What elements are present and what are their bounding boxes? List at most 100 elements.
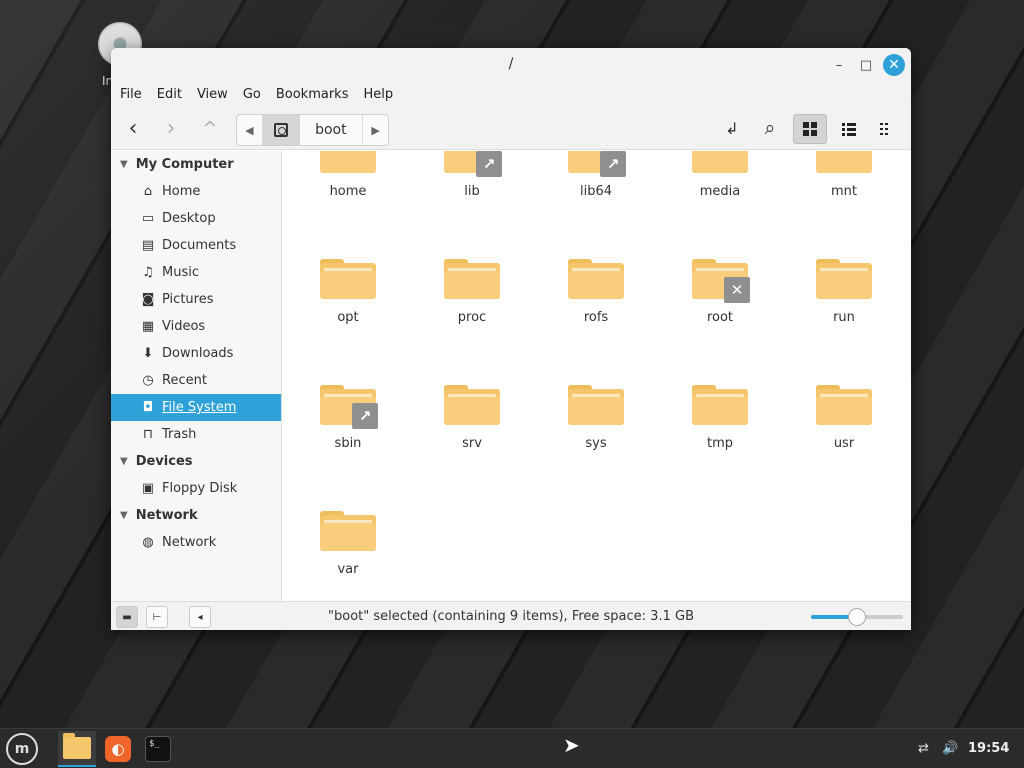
sidebar-section-my-computer[interactable]: ▼ My Computer bbox=[111, 151, 281, 178]
taskbar-terminal[interactable]: $_ bbox=[139, 731, 177, 767]
sidebar-item-desktop[interactable]: ▭ Desktop bbox=[111, 205, 281, 232]
file-name: root bbox=[706, 310, 734, 325]
file-item[interactable]: run bbox=[789, 259, 899, 325]
status-text: "boot" selected (containing 9 items), Fr… bbox=[328, 609, 694, 624]
file-item[interactable]: opt bbox=[293, 259, 403, 325]
mint-menu-button[interactable]: m bbox=[6, 733, 38, 765]
file-item[interactable]: ✕ root bbox=[665, 259, 775, 325]
menu-view[interactable]: View bbox=[197, 87, 228, 102]
zoom-slider-handle[interactable] bbox=[848, 608, 866, 626]
mouse-cursor-icon: ➤ bbox=[563, 733, 580, 757]
sidebar-item-downloads[interactable]: ⬇ Downloads bbox=[111, 340, 281, 367]
sidebar-item-music[interactable]: ♫ Music bbox=[111, 259, 281, 286]
sidebar-item-pictures[interactable]: ◙ Pictures bbox=[111, 286, 281, 313]
file-view[interactable]: home ↗ lib ↗ lib64 media mnt opt proc rofs ✕ root ru… bbox=[283, 151, 911, 601]
downloads-icon: ⬇ bbox=[142, 346, 154, 361]
menu-file[interactable]: File bbox=[120, 87, 142, 102]
filesystem-icon: ◘ bbox=[142, 400, 154, 415]
folder-icon bbox=[816, 385, 872, 425]
folder-icon bbox=[444, 259, 500, 299]
desktop-icon: ▭ bbox=[141, 211, 155, 226]
file-item[interactable]: usr bbox=[789, 385, 899, 451]
compact-view-button[interactable] bbox=[870, 114, 904, 144]
file-item[interactable]: rofs bbox=[541, 259, 651, 325]
file-item[interactable]: media bbox=[665, 151, 775, 199]
file-item[interactable]: tmp bbox=[665, 385, 775, 451]
file-item[interactable]: proc bbox=[417, 259, 527, 325]
toggle-location-button[interactable]: ↲ bbox=[717, 114, 747, 142]
taskbar-file-manager[interactable] bbox=[58, 731, 96, 767]
sidebar-item-documents[interactable]: ▤ Documents bbox=[111, 232, 281, 259]
forward-icon: › bbox=[166, 115, 176, 141]
menu-go[interactable]: Go bbox=[243, 87, 261, 102]
file-name: usr bbox=[833, 436, 855, 451]
sidebar-item-home[interactable]: ⌂ Home bbox=[111, 178, 281, 205]
search-button[interactable]: ⌕ bbox=[755, 114, 785, 142]
path-left-arrow[interactable]: ◀ bbox=[237, 115, 262, 145]
path-right-arrow[interactable]: ▶ bbox=[363, 115, 388, 145]
volume-icon[interactable]: 🔊 bbox=[942, 741, 958, 756]
back-button[interactable]: ‹ bbox=[118, 114, 148, 142]
menu-help[interactable]: Help bbox=[363, 87, 393, 102]
folder-icon: ↗ bbox=[320, 385, 378, 429]
sidebar-section-network[interactable]: ▼ Network bbox=[111, 502, 281, 529]
titlebar[interactable]: / – □ ✕ bbox=[111, 48, 911, 82]
folder-icon bbox=[320, 511, 376, 551]
back-icon: ‹ bbox=[128, 115, 138, 141]
close-button[interactable]: ✕ bbox=[883, 54, 905, 76]
file-name: sbin bbox=[334, 436, 362, 451]
file-item[interactable]: ↗ lib bbox=[417, 151, 527, 199]
sidebar-item-floppy-disk[interactable]: ▣ Floppy Disk bbox=[111, 475, 281, 502]
sidebar-item-file-system[interactable]: ◘ File System bbox=[111, 394, 281, 421]
up-button[interactable]: ^ bbox=[195, 114, 225, 142]
file-item[interactable]: ↗ sbin bbox=[293, 385, 403, 451]
folder-icon bbox=[444, 385, 500, 425]
file-name: run bbox=[833, 310, 855, 325]
file-name: opt bbox=[337, 310, 359, 325]
symlink-emblem-icon: ↗ bbox=[352, 403, 378, 429]
sidebar-item-network[interactable]: ◍ Network bbox=[111, 529, 281, 556]
recent-icon: ◷ bbox=[142, 373, 154, 388]
expand-triangle-icon: ▼ bbox=[120, 159, 128, 170]
compact-view-icon bbox=[880, 123, 888, 135]
maximize-button[interactable]: □ bbox=[855, 54, 877, 76]
file-item[interactable]: sys bbox=[541, 385, 651, 451]
folder-icon bbox=[568, 385, 624, 425]
forward-button[interactable]: › bbox=[156, 114, 186, 142]
folder-icon: ↗ bbox=[568, 151, 626, 177]
icon-view-button[interactable] bbox=[793, 114, 827, 144]
sidebar-item-recent[interactable]: ◷ Recent bbox=[111, 367, 281, 394]
file-name: mnt bbox=[831, 184, 857, 199]
file-item[interactable]: var bbox=[293, 511, 403, 577]
sidebar-section-devices[interactable]: ▼ Devices bbox=[111, 448, 281, 475]
drive-icon bbox=[273, 123, 288, 137]
file-name: srv bbox=[462, 436, 482, 451]
file-name: home bbox=[329, 184, 367, 199]
menu-bookmarks[interactable]: Bookmarks bbox=[276, 87, 349, 102]
file-item[interactable]: home bbox=[293, 151, 403, 199]
file-manager-window: / – □ ✕ File Edit View Go Bookmarks Help… bbox=[111, 48, 911, 630]
path-crumb-boot[interactable]: boot bbox=[300, 115, 364, 145]
folder-icon bbox=[568, 259, 624, 299]
sidebar-item-videos[interactable]: ▦ Videos bbox=[111, 313, 281, 340]
menubar: File Edit View Go Bookmarks Help bbox=[111, 82, 911, 106]
file-item[interactable]: mnt bbox=[789, 151, 899, 199]
minimize-button[interactable]: – bbox=[828, 54, 850, 76]
clock[interactable]: 19:54 bbox=[968, 741, 1009, 756]
list-view-button[interactable] bbox=[832, 114, 866, 144]
network-status-icon[interactable]: ⇄ bbox=[918, 741, 929, 756]
folder-icon bbox=[816, 259, 872, 299]
zoom-slider[interactable] bbox=[811, 608, 903, 626]
home-icon: ⌂ bbox=[143, 184, 153, 199]
file-name: rofs bbox=[583, 310, 609, 325]
symlink-emblem-icon: ↗ bbox=[600, 151, 626, 177]
folder-icon bbox=[63, 733, 91, 759]
taskbar-firefox[interactable]: ◐ bbox=[99, 731, 137, 767]
file-name: var bbox=[337, 562, 359, 577]
file-item[interactable]: srv bbox=[417, 385, 527, 451]
sidebar-item-trash[interactable]: ⊓ Trash bbox=[111, 421, 281, 448]
file-name: proc bbox=[457, 310, 487, 325]
menu-edit[interactable]: Edit bbox=[157, 87, 182, 102]
file-item[interactable]: ↗ lib64 bbox=[541, 151, 651, 199]
path-root-button[interactable] bbox=[261, 115, 300, 145]
